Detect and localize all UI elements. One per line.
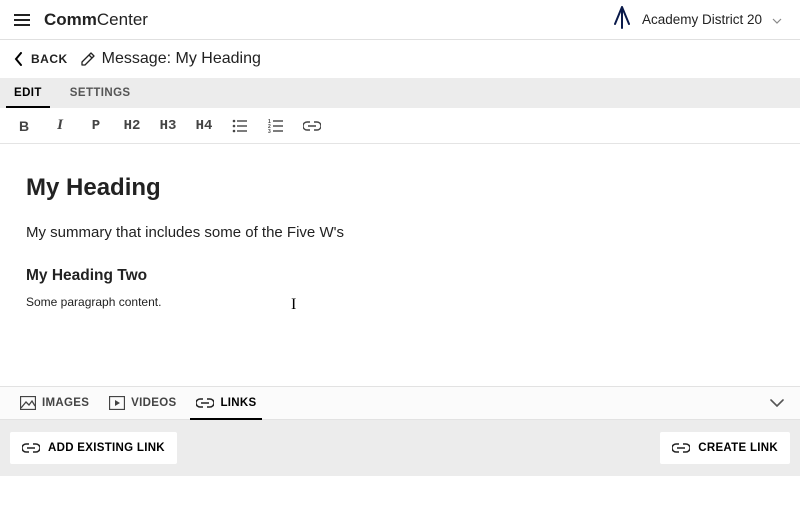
chevron-left-icon bbox=[14, 52, 23, 66]
h4-button[interactable]: H4 bbox=[190, 112, 218, 140]
menu-icon[interactable] bbox=[10, 10, 34, 30]
media-tab-links[interactable]: LINKS bbox=[186, 387, 266, 419]
media-tab-videos-label: VIDEOS bbox=[131, 397, 176, 409]
bottom-action-bar: ADD EXISTING LINK CREATE LINK bbox=[0, 420, 800, 476]
add-existing-link-button[interactable]: ADD EXISTING LINK bbox=[10, 432, 177, 464]
media-tab-images[interactable]: IMAGES bbox=[10, 387, 99, 419]
pencil-icon bbox=[80, 51, 96, 67]
link-icon bbox=[22, 443, 40, 453]
doc-heading-2[interactable]: My Heading Two bbox=[26, 267, 774, 285]
media-tabs: IMAGES VIDEOS LINKS bbox=[0, 386, 800, 420]
app-brand: CommCenter bbox=[44, 10, 148, 30]
footer-blank bbox=[0, 476, 800, 509]
media-tab-images-label: IMAGES bbox=[42, 397, 89, 409]
chevron-down-icon bbox=[772, 11, 782, 29]
create-link-label: CREATE LINK bbox=[698, 442, 778, 454]
image-icon bbox=[20, 396, 36, 410]
org-name: Academy District 20 bbox=[642, 12, 762, 27]
italic-button[interactable]: I bbox=[46, 112, 74, 140]
create-link-button[interactable]: CREATE LINK bbox=[660, 432, 790, 464]
page-title-wrap: Message: My Heading bbox=[80, 50, 261, 68]
org-logo-icon bbox=[612, 6, 632, 34]
paragraph-button[interactable]: P bbox=[82, 112, 110, 140]
back-label: BACK bbox=[31, 52, 68, 66]
link-icon bbox=[672, 443, 690, 453]
svg-text:3: 3 bbox=[268, 129, 271, 133]
editor-canvas[interactable]: My Heading My summary that includes some… bbox=[0, 144, 800, 386]
page-title: Message: My Heading bbox=[102, 50, 261, 68]
ordered-list-button[interactable]: 123 bbox=[262, 112, 290, 140]
bullet-list-button[interactable] bbox=[226, 112, 254, 140]
media-tab-links-label: LINKS bbox=[220, 397, 256, 409]
edit-settings-tabs: EDIT SETTINGS bbox=[0, 78, 800, 108]
chevron-down-icon bbox=[770, 399, 784, 407]
bold-button[interactable]: B bbox=[10, 112, 38, 140]
media-tab-videos[interactable]: VIDEOS bbox=[99, 387, 186, 419]
add-existing-link-label: ADD EXISTING LINK bbox=[48, 442, 165, 454]
tab-edit-label: EDIT bbox=[14, 87, 42, 99]
doc-summary[interactable]: My summary that includes some of the Fiv… bbox=[26, 224, 774, 241]
brand-strong: Comm bbox=[44, 10, 97, 29]
org-selector[interactable]: Academy District 20 bbox=[612, 6, 790, 34]
h3-button[interactable]: H3 bbox=[154, 112, 182, 140]
doc-paragraph[interactable]: Some paragraph content. bbox=[26, 295, 774, 309]
back-button[interactable]: BACK bbox=[14, 52, 68, 66]
tab-settings-label: SETTINGS bbox=[70, 87, 131, 99]
format-toolbar: B I P H2 H3 H4 123 bbox=[0, 108, 800, 144]
tab-edit[interactable]: EDIT bbox=[0, 78, 56, 108]
link-icon bbox=[196, 398, 214, 408]
doc-heading-1[interactable]: My Heading bbox=[26, 174, 774, 202]
page-subheader: BACK Message: My Heading bbox=[0, 40, 800, 78]
video-icon bbox=[109, 396, 125, 410]
app-top-bar: CommCenter Academy District 20 bbox=[0, 0, 800, 40]
h2-button[interactable]: H2 bbox=[118, 112, 146, 140]
brand-light: Center bbox=[97, 10, 148, 29]
link-button[interactable] bbox=[298, 112, 326, 140]
collapse-panel-button[interactable] bbox=[764, 387, 790, 419]
tab-settings[interactable]: SETTINGS bbox=[56, 78, 145, 108]
